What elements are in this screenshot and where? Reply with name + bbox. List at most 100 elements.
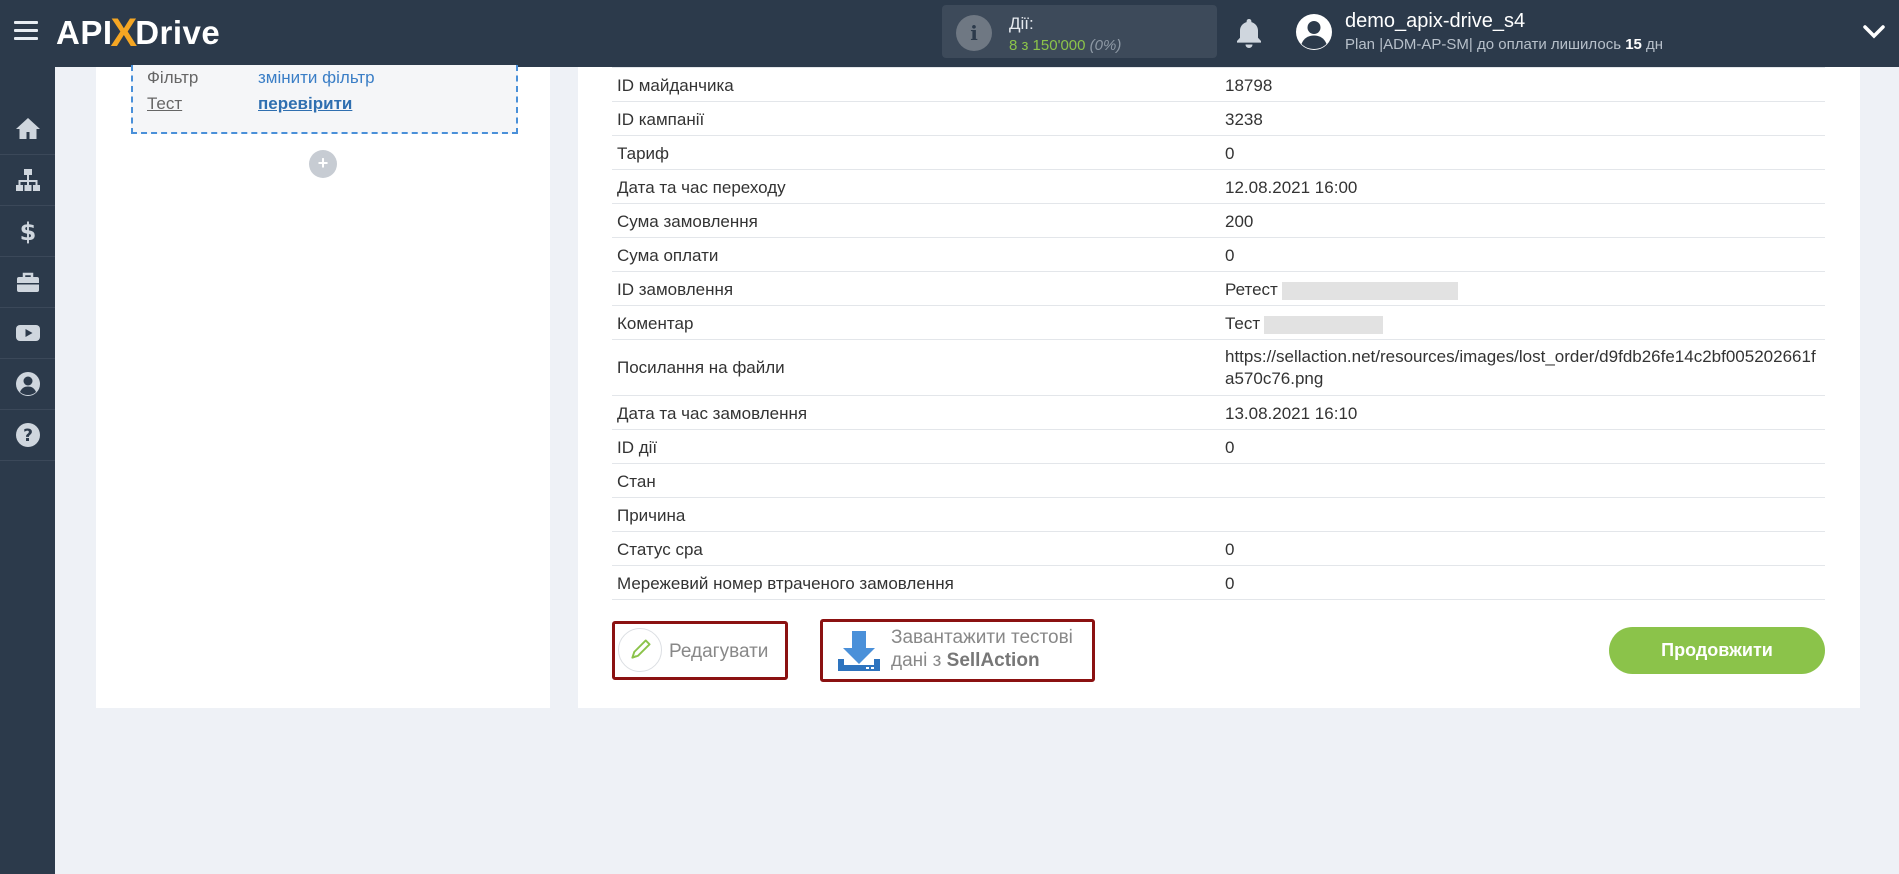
load-label-line2: дані з SellAction <box>891 650 1040 672</box>
dollar-icon: $ <box>19 218 36 245</box>
sidebar: $ ? <box>0 67 55 874</box>
row-key: ID кампанії <box>617 110 705 129</box>
redacted-block <box>1281 281 1458 300</box>
table-row: Дата та час замовлення 13.08.2021 16:10 <box>612 396 1825 430</box>
sidebar-item-home[interactable] <box>0 104 55 155</box>
row-key: Стан <box>617 472 656 491</box>
svg-text:$: $ <box>19 218 36 245</box>
top-bar: API X Drive i Дії: 8 з 150'000 (0%) demo_a… <box>0 0 1899 67</box>
test-key: Тест <box>147 94 183 113</box>
filter-key: Фільтр <box>147 68 199 87</box>
add-step-button[interactable]: + <box>309 150 337 178</box>
row-key: ID замовлення <box>617 280 734 299</box>
table-row: ID замовлення Ретест <box>612 272 1825 306</box>
check-link[interactable]: перевірити <box>258 94 352 114</box>
actions-percent: (0%) <box>1089 37 1122 54</box>
row-key: Статус cpa <box>617 540 703 559</box>
data-table: ID майданчика 18798 ID кампанії 3238 Тар… <box>612 67 1825 600</box>
row-value-wrap: Тест <box>1225 314 1820 334</box>
redacted-block <box>1264 315 1384 334</box>
row-key: ID майданчика <box>617 76 734 95</box>
logo-suffix: Drive <box>135 14 221 51</box>
load-label-line1: Завантажити тестові <box>891 627 1073 648</box>
row-value: 0 <box>1225 438 1235 457</box>
row-value: Ретест <box>1225 280 1278 299</box>
edit-button[interactable]: Редагувати <box>612 621 788 680</box>
table-row: Коментар Тест <box>612 306 1825 340</box>
row-key: Сума оплати <box>617 246 719 265</box>
change-filter-link[interactable]: змінити фільтр <box>258 68 375 88</box>
row-key: Сума замовлення <box>617 212 758 231</box>
table-row: Сума оплати 0 <box>612 238 1825 272</box>
pencil-icon <box>631 639 651 659</box>
youtube-icon <box>15 325 40 341</box>
row-value: https://sellaction.net/resources/images/… <box>1225 347 1816 388</box>
svg-text:?: ? <box>23 426 33 446</box>
table-row: Мережевий номер втраченого замовлення 0 <box>612 566 1825 600</box>
row-key: Дата та час замовлення <box>617 404 808 423</box>
row-key: Причина <box>617 506 686 525</box>
sidebar-item-help[interactable]: ? <box>0 410 55 461</box>
table-row: Сума замовлення 200 <box>612 204 1825 238</box>
row-value: 3238 <box>1225 110 1263 129</box>
sitemap-icon <box>15 169 40 191</box>
user-icon <box>15 372 40 396</box>
chevron-down-icon[interactable] <box>1863 24 1885 40</box>
logo-x: X <box>110 10 138 55</box>
left-panel: Фільтр змінити фільтр Тест перевірити + <box>96 65 550 708</box>
user-plan: Plan |ADM-AP-SM| до оплати лишилось 15 д… <box>1345 36 1663 53</box>
help-icon: ? <box>15 423 40 447</box>
load-test-data-button[interactable]: Завантажити тестові дані з SellAction <box>820 619 1095 682</box>
actions-count: 8 з 150'000 (0%) <box>1009 37 1121 54</box>
actions-label: Дії: <box>1009 14 1034 33</box>
filter-block: Фільтр змінити фільтр Тест перевірити <box>131 65 518 134</box>
sidebar-item-connections[interactable] <box>0 155 55 206</box>
sidebar-item-services[interactable] <box>0 257 55 308</box>
plan-text: Plan |ADM-AP-SM| до оплати лишилось <box>1345 36 1622 53</box>
table-row: ID майданчика 18798 <box>612 67 1825 102</box>
sidebar-item-billing[interactable]: $ <box>0 206 55 257</box>
plan-days: 15 <box>1625 36 1642 53</box>
table-row: Дата та час переходу 12.08.2021 16:00 <box>612 170 1825 204</box>
hamburger-menu-icon[interactable] <box>14 21 38 45</box>
sidebar-item-video[interactable] <box>0 308 55 359</box>
row-value: 12.08.2021 16:00 <box>1225 178 1358 197</box>
row-value: 0 <box>1225 574 1235 593</box>
main-panel: ID майданчика 18798 ID кампанії 3238 Тар… <box>578 67 1860 708</box>
table-row: ID дії 0 <box>612 430 1825 464</box>
row-value: 0 <box>1225 144 1235 163</box>
row-value: 200 <box>1225 212 1254 231</box>
load-label-service: SellAction <box>946 650 1040 671</box>
row-key: Коментар <box>617 314 694 333</box>
briefcase-icon <box>16 272 39 292</box>
table-row: Посилання на файли https://sellaction.ne… <box>612 340 1825 396</box>
download-icon <box>838 631 880 671</box>
table-row: Стан <box>612 464 1825 498</box>
table-row: Причина <box>612 498 1825 532</box>
bell-icon[interactable] <box>1234 17 1264 49</box>
row-value: 18798 <box>1225 76 1273 95</box>
row-key: Мережевий номер втраченого замовлення <box>617 574 954 593</box>
logo-prefix: API <box>56 14 113 51</box>
user-name[interactable]: demo_apix-drive_s4 <box>1345 10 1525 33</box>
actions-counter[interactable]: i Дії: 8 з 150'000 (0%) <box>942 5 1217 58</box>
row-key: Тариф <box>617 144 670 163</box>
actions-count-value: 8 з 150'000 <box>1009 37 1086 54</box>
info-icon: i <box>956 15 992 51</box>
row-key: ID дії <box>617 438 658 457</box>
edit-label: Редагувати <box>669 641 769 662</box>
table-row: ID кампанії 3238 <box>612 102 1825 136</box>
pencil-icon-wrap <box>618 628 662 672</box>
load-label-prefix: дані з <box>891 650 942 671</box>
avatar[interactable] <box>1295 13 1333 51</box>
sidebar-item-account[interactable] <box>0 359 55 410</box>
plan-unit: дн <box>1646 36 1664 53</box>
home-icon <box>15 118 40 139</box>
row-key: Дата та час переходу <box>617 178 786 197</box>
apix-drive-logo[interactable]: API X Drive <box>56 8 220 58</box>
row-value: 0 <box>1225 246 1235 265</box>
table-row: Тариф 0 <box>612 136 1825 170</box>
continue-button[interactable]: Продовжити <box>1609 627 1825 674</box>
row-value-wrap: Ретест <box>1225 280 1820 300</box>
row-value: Тест <box>1225 314 1261 333</box>
